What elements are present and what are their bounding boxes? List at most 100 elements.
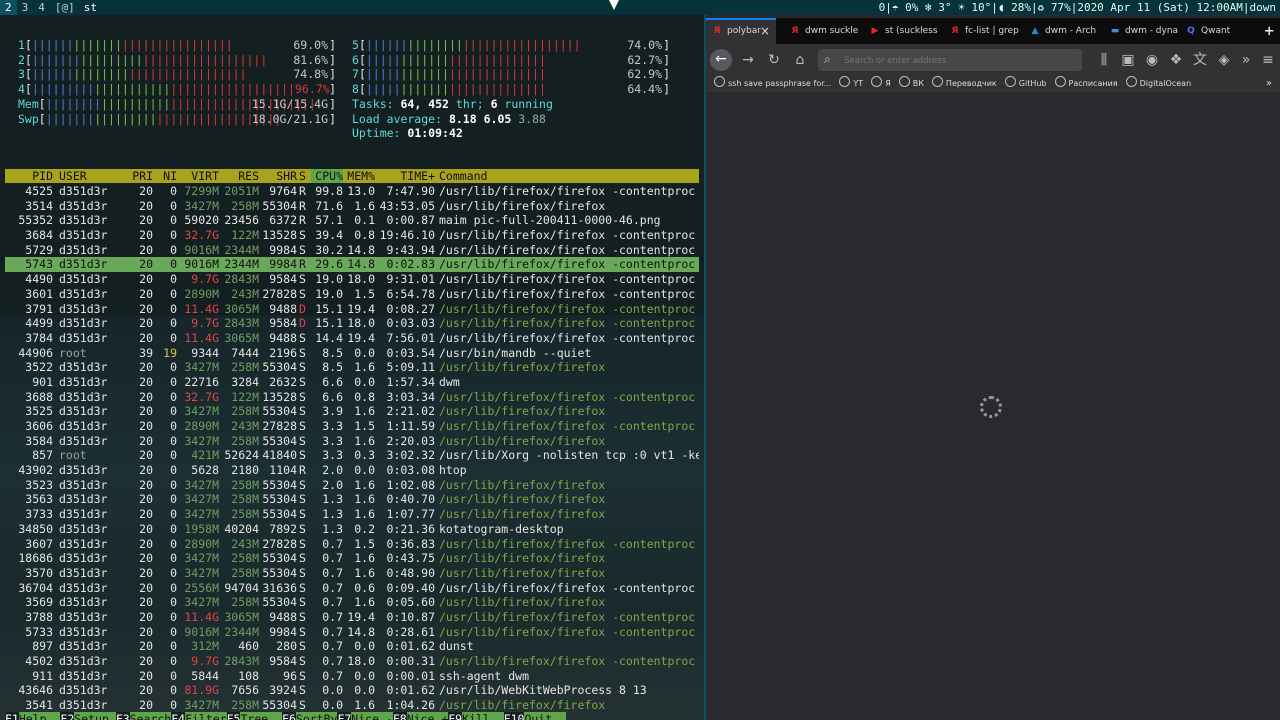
- bookmarks-overflow-icon[interactable]: »: [1266, 76, 1272, 92]
- table-row[interactable]: 3569 d351d3r 20 0 3427M 258M 55304 S 0.7 1.6 0:05.…: [5, 595, 699, 610]
- fkey-setup-button[interactable]: F2Setup: [60, 712, 116, 720]
- library-icon[interactable]: ⫼: [1094, 50, 1114, 70]
- column-header-time[interactable]: TIME+: [377, 169, 435, 183]
- bookmark-item[interactable]: GitHub: [1004, 76, 1047, 92]
- extension-icon[interactable]: ❖: [1166, 50, 1186, 70]
- browser-tab-5[interactable]: ▲ dwm - Arch: [1024, 18, 1100, 44]
- table-row[interactable]: 3684 d351d3r 20 0 32.7G 122M 13528 S 39.4 0.8 19:4…: [5, 228, 699, 243]
- fkey-search-button[interactable]: F3Search: [115, 712, 172, 720]
- forward-button[interactable]: →: [738, 50, 758, 70]
- page-content[interactable]: [706, 92, 1280, 720]
- firefox-window[interactable]: + Яpolybar × Яdwm suckle ▶ st (suckless Яfc-li…: [706, 15, 1280, 720]
- table-row[interactable]: 4490 d351d3r 20 0 9.7G 2843M 9584 S 19.0 18.0 9:31…: [5, 272, 699, 287]
- column-header-s[interactable]: S: [299, 169, 309, 183]
- table-row[interactable]: 34850 d351d3r 20 0 1958M 40204 7892 S 1.3 0.2 0:21…: [5, 522, 699, 537]
- table-row[interactable]: 44906 root 39 19 9344 7444 2196 S 8.5 0.0 0:03.54 /…: [5, 346, 699, 361]
- table-row[interactable]: 911 d351d3r 20 0 5844 108 96 S 0.7 0.0 0:00.01 ssh-…: [5, 669, 699, 684]
- url-bar[interactable]: ⌕: [818, 49, 1082, 71]
- table-row[interactable]: 3788 d351d3r 20 0 11.4G 3065M 9488 S 0.7 19.4 0:10…: [5, 610, 699, 625]
- workspace-tag-4[interactable]: [@]: [50, 0, 80, 15]
- table-row[interactable]: 5743 d351d3r 20 0 9016M 2344M 9984 R 29.6 14.8 0:0…: [5, 257, 699, 273]
- column-header-pri[interactable]: PRI: [123, 169, 153, 183]
- fkey-quit-button[interactable]: F10Quit: [503, 712, 566, 720]
- table-row[interactable]: 3688 d351d3r 20 0 32.7G 122M 13528 S 6.6 0.8 3:03.…: [5, 390, 699, 405]
- home-button[interactable]: ⌂: [790, 50, 810, 70]
- table-row[interactable]: 3584 d351d3r 20 0 3427M 258M 55304 S 3.3 1.6 2:20.…: [5, 434, 699, 449]
- tab-strip[interactable]: + Яpolybar × Яdwm suckle ▶ st (suckless Яfc-li…: [706, 18, 1280, 46]
- bookmark-item[interactable]: ВК: [898, 76, 924, 92]
- fkey-kill-button[interactable]: F9Kill: [448, 712, 504, 720]
- browser-tab-3[interactable]: ▶ st (suckless: [864, 18, 940, 46]
- workspace-tag-3[interactable]: 4: [33, 0, 50, 15]
- column-header-command[interactable]: Command: [439, 169, 487, 183]
- table-row[interactable]: 901 d351d3r 20 0 22716 3284 2632 S 6.6 0.0 1:57.34…: [5, 375, 699, 390]
- account-icon[interactable]: ◉: [1142, 50, 1162, 70]
- column-header-virt[interactable]: VIRT: [177, 169, 219, 183]
- fkey-filter-button[interactable]: F4Filter: [171, 712, 227, 720]
- column-header-mem[interactable]: MEM%: [345, 169, 375, 183]
- table-row[interactable]: 36704 d351d3r 20 0 2556M 94704 31636 S 0.7 0.6 0:0…: [5, 581, 699, 596]
- bookmark-item[interactable]: Я: [871, 76, 891, 92]
- workspace-tag-2[interactable]: 3: [17, 0, 34, 15]
- column-header-pid[interactable]: PID: [5, 169, 53, 183]
- bookmark-item[interactable]: ssh save passphrase for...: [714, 76, 831, 92]
- browser-tab-2[interactable]: Яdwm suckle: [784, 18, 860, 44]
- table-row[interactable]: 43646 d351d3r 20 0 81.9G 7656 3924 S 0.0 0.0 0:01.…: [5, 683, 699, 698]
- fkey-help-button[interactable]: F1Help: [5, 712, 61, 720]
- column-header-cpu[interactable]: CPU%: [311, 169, 343, 183]
- table-row[interactable]: 3791 d351d3r 20 0 11.4G 3065M 9488 D 15.1 19.4 0:0…: [5, 302, 699, 317]
- translate-icon[interactable]: 文: [1190, 50, 1210, 70]
- bookmark-item[interactable]: DigitalOcean: [1125, 76, 1191, 92]
- table-row[interactable]: 18686 d351d3r 20 0 3427M 258M 55304 S 0.7 1.6 0:43…: [5, 551, 699, 566]
- fkey-nice-button[interactable]: F8Nice +: [392, 712, 449, 720]
- table-row[interactable]: 3733 d351d3r 20 0 3427M 258M 55304 S 1.3 1.6 1:07.…: [5, 507, 699, 522]
- function-key-bar[interactable]: F1Help F2Setup F3SearchF4FilterF5Tree F6…: [5, 712, 699, 720]
- url-input[interactable]: [842, 52, 1076, 70]
- bookmark-item[interactable]: YT: [839, 76, 863, 92]
- terminal-window[interactable]: 1[||||||||||||||||||||||||||||| 69.0%] 2[|…: [0, 15, 706, 720]
- table-row[interactable]: 3563 d351d3r 20 0 3427M 258M 55304 S 1.3 1.6 0:40.…: [5, 492, 699, 507]
- table-row[interactable]: 5733 d351d3r 20 0 9016M 2344M 9984 S 0.7 14.8 0:28…: [5, 625, 699, 640]
- back-button[interactable]: ←: [710, 49, 732, 71]
- browser-tab-4[interactable]: Яfc-list | grep: [944, 18, 1020, 44]
- bookmark-item[interactable]: Расписания: [1054, 76, 1118, 92]
- table-row[interactable]: 3523 d351d3r 20 0 3427M 258M 55304 S 2.0 1.6 1:02.…: [5, 478, 699, 493]
- table-row[interactable]: 3541 d351d3r 20 0 3427M 258M 55304 S 0.0 1.6 1:04.…: [5, 698, 699, 713]
- menu-icon[interactable]: ≡: [1258, 50, 1278, 70]
- table-row[interactable]: 3601 d351d3r 20 0 2890M 243M 27828 S 19.0 1.5 6:54…: [5, 287, 699, 302]
- fkey-sortby-button[interactable]: F6SortBy: [282, 712, 338, 720]
- table-row[interactable]: 55352 d351d3r 20 0 59020 23456 6372 R 57.1 0.1 0:0…: [5, 213, 699, 228]
- table-row[interactable]: 857 root 20 0 421M 52624 41840 S 3.3 0.3 3:02.32/u…: [5, 448, 699, 463]
- sidebar-icon[interactable]: ▣: [1118, 50, 1138, 70]
- table-row[interactable]: 4499 d351d3r 20 0 9.7G 2843M 9584 D 15.1 18.0 0:03…: [5, 316, 699, 331]
- table-row[interactable]: 5729 d351d3r 20 0 9016M 2344M 9984 S 30.2 14.8 9:4…: [5, 243, 699, 258]
- process-table[interactable]: 4525 d351d3r 20 0 7299M 2051M 9764 R 99.8 13.0 7:4…: [5, 184, 699, 713]
- new-tab-button[interactable]: +: [1264, 18, 1274, 44]
- table-row[interactable]: 897 d351d3r 20 0 312M 460 280 S 0.7 0.0 0:01.62 dun…: [5, 639, 699, 654]
- workspace-tag-1[interactable]: 2: [0, 0, 17, 15]
- bookmark-item[interactable]: Переводчик: [931, 76, 997, 92]
- reload-button[interactable]: ↻: [764, 50, 784, 70]
- table-row[interactable]: 3522 d351d3r 20 0 3427M 258M 55304 S 8.5 1.6 5:09.…: [5, 360, 699, 375]
- table-row[interactable]: 3606 d351d3r 20 0 2890M 243M 27828 S 3.3 1.5 1:11.…: [5, 419, 699, 434]
- browser-tab-6[interactable]: ▬ dwm - dyna: [1104, 18, 1180, 44]
- table-row[interactable]: 43902 d351d3r 20 0 5628 2180 1104 R 2.0 0.0 0:03.0…: [5, 463, 699, 478]
- fkey-tree-button[interactable]: F5Tree: [226, 712, 283, 720]
- column-header-shr[interactable]: SHR: [259, 169, 297, 183]
- overflow-icon[interactable]: »: [1236, 50, 1256, 70]
- table-row[interactable]: 3784 d351d3r 20 0 11.4G 3065M 9488 S 14.4 19.4 7:5…: [5, 331, 699, 346]
- column-header-res[interactable]: RES: [219, 169, 259, 183]
- fkey-nice-button[interactable]: F7Nice -: [337, 712, 393, 720]
- close-tab-icon[interactable]: ×: [760, 18, 770, 44]
- table-row[interactable]: 3514 d351d3r 20 0 3427M 258M 55304 R 71.6 1.6 43:5…: [5, 199, 699, 214]
- browser-tab-7[interactable]: Q Qwant: [1180, 18, 1246, 44]
- table-row[interactable]: 3607 d351d3r 20 0 2890M 243M 27828 S 0.7 1.5 0:36.…: [5, 537, 699, 552]
- table-row[interactable]: 3570 d351d3r 20 0 3427M 258M 55304 S 0.7 1.6 0:48.…: [5, 566, 699, 581]
- table-row[interactable]: 3525 d351d3r 20 0 3427M 258M 55304 S 3.9 1.6 2:21.…: [5, 404, 699, 419]
- column-header-ni[interactable]: NI: [155, 169, 177, 183]
- column-header-user[interactable]: USER: [59, 169, 87, 183]
- table-row[interactable]: 4525 d351d3r 20 0 7299M 2051M 9764 R 99.8 13.0 7:4…: [5, 184, 699, 199]
- process-table-header[interactable]: PID USER PRI NI VIRT RES SHR S CPU% MEM% TIME+ Comm…: [5, 169, 699, 183]
- browser-tab-1[interactable]: Яpolybar ×: [706, 18, 776, 44]
- privacy-icon[interactable]: ◈: [1214, 50, 1234, 70]
